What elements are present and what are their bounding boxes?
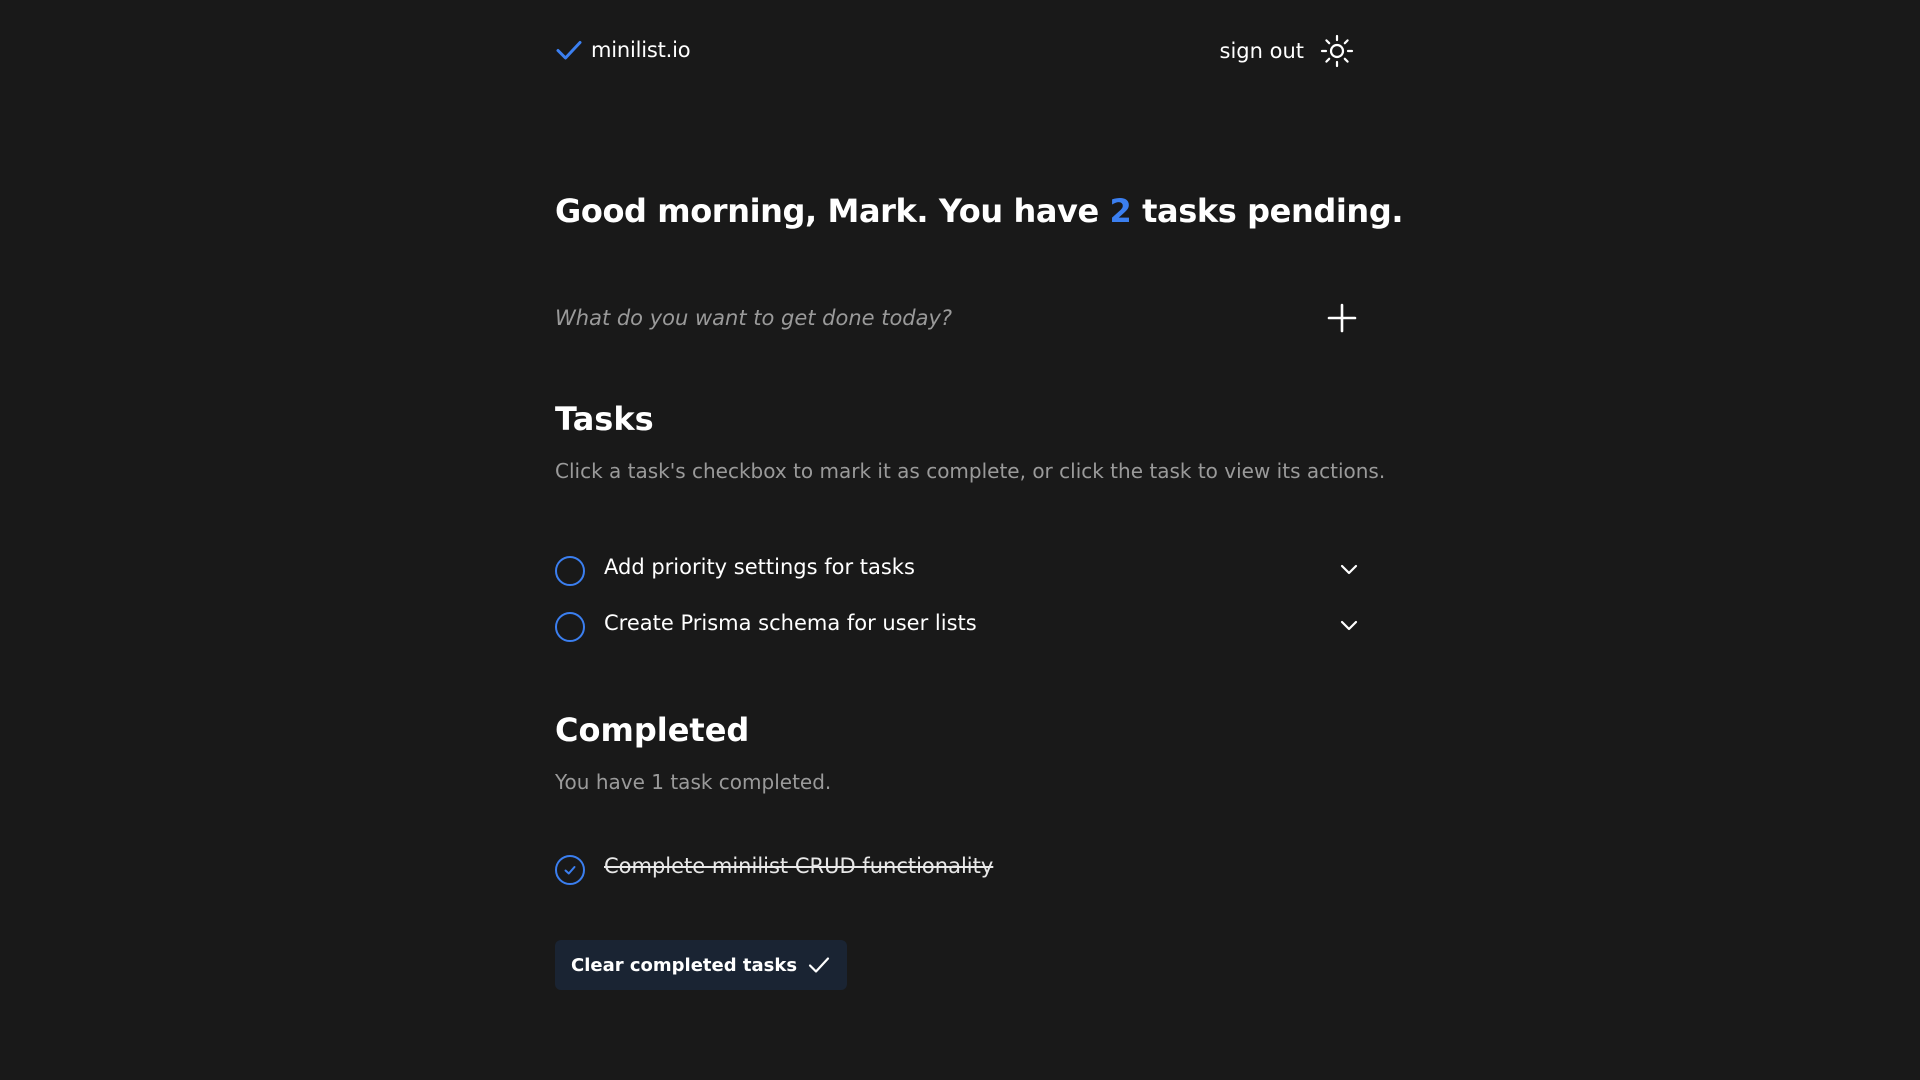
check-logo-icon — [556, 41, 582, 60]
pending-count: 2 — [1109, 192, 1132, 230]
add-task-button[interactable] — [1324, 300, 1360, 336]
pending-task-list: Add priority settings for tasks Create P… — [555, 543, 1360, 655]
header-actions: sign out — [1220, 34, 1354, 68]
tasks-heading: Tasks — [555, 400, 654, 438]
check-icon — [564, 866, 576, 875]
task-checkbox[interactable] — [555, 556, 585, 586]
task-checkbox-checked[interactable] — [555, 855, 585, 885]
completed-task-item[interactable]: Complete minilist CRUD functionality — [555, 842, 1360, 898]
completed-description: You have 1 task completed. — [555, 770, 832, 794]
task-checkbox[interactable] — [555, 612, 585, 642]
clear-completed-label: Clear completed tasks — [571, 954, 798, 976]
greeting-suffix: tasks pending. — [1131, 192, 1404, 230]
completed-task-list: Complete minilist CRUD functionality — [555, 842, 1360, 898]
check-icon — [808, 957, 830, 973]
greeting-heading: Good morning, Mark. You have 2 tasks pen… — [555, 192, 1403, 230]
greeting-prefix: Good morning, Mark. You have — [555, 192, 1110, 230]
app-container: minilist.io sign out Good morning, Mark.… — [555, 0, 1403, 1080]
plus-icon — [1327, 303, 1357, 333]
task-item[interactable]: Add priority settings for tasks — [555, 543, 1360, 599]
task-label: Add priority settings for tasks — [604, 555, 915, 579]
task-item[interactable]: Create Prisma schema for user lists — [555, 599, 1360, 655]
tasks-description: Click a task's checkbox to mark it as co… — [555, 459, 1386, 483]
header: minilist.io sign out — [555, 28, 1360, 74]
sign-out-link[interactable]: sign out — [1220, 39, 1304, 63]
chevron-down-icon[interactable] — [1338, 558, 1360, 580]
brand-link[interactable]: minilist.io — [555, 36, 691, 64]
sun-icon[interactable] — [1320, 34, 1354, 68]
new-task-input[interactable] — [555, 296, 1275, 340]
chevron-down-icon[interactable] — [1338, 614, 1360, 636]
completed-task-label: Complete minilist CRUD functionality — [604, 854, 994, 878]
brand-name: minilist.io — [591, 38, 691, 62]
task-label: Create Prisma schema for user lists — [604, 611, 977, 635]
completed-heading: Completed — [555, 711, 750, 749]
clear-completed-button[interactable]: Clear completed tasks — [555, 940, 848, 990]
